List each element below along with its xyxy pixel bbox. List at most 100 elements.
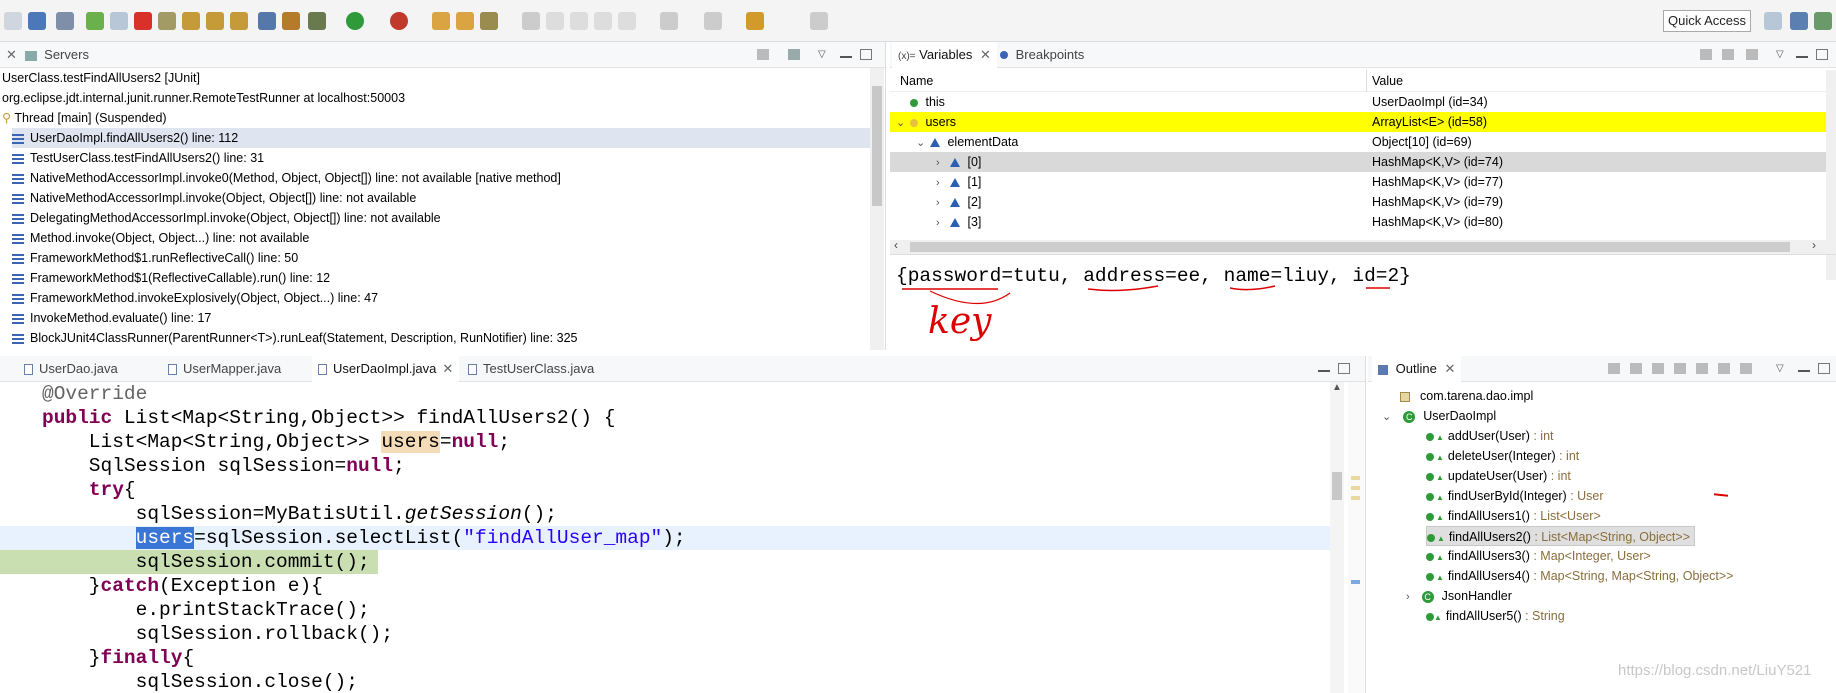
suspend-icon[interactable] — [110, 12, 128, 30]
external-tools-icon[interactable] — [390, 12, 408, 30]
tab-outline[interactable]: Outline ✕ — [1372, 356, 1462, 382]
chevron-right-icon[interactable]: › — [936, 212, 940, 232]
stack-frame[interactable]: BlockJUnit4ClassRunner(ParentRunner<T>).… — [12, 328, 870, 348]
maximize-icon[interactable] — [860, 49, 872, 60]
variable-row[interactable]: this UserDaoImpl (id=34) — [890, 92, 1826, 112]
runner-item[interactable]: org.eclipse.jdt.internal.junit.runner.Re… — [2, 88, 405, 108]
outline-member[interactable]: ▲ findUserById(Integer) : User — [1426, 486, 1604, 506]
back-icon[interactable] — [746, 12, 764, 30]
collapse-all-icon[interactable] — [1746, 49, 1758, 60]
maximize-icon[interactable] — [1816, 49, 1828, 60]
outline-member[interactable]: ▲ updateUser(User) : int — [1426, 466, 1571, 486]
drop-to-frame-icon[interactable] — [56, 12, 74, 30]
maximize-icon[interactable] — [1338, 363, 1350, 374]
stack-frame[interactable]: FrameworkMethod.invokeExplosively(Object… — [12, 288, 870, 308]
show-logical-structure-icon[interactable] — [1722, 49, 1734, 60]
overview-ruler[interactable] — [1348, 382, 1364, 693]
outline-member[interactable]: ▲ findAllUsers3() : Map<Integer, User> — [1426, 546, 1651, 566]
stack-frame[interactable]: FrameworkMethod$1.runReflectiveCall() li… — [12, 248, 870, 268]
step-return-icon[interactable] — [230, 12, 248, 30]
outline-tree[interactable]: com.tarena.dao.impl ⌄ C UserDaoImpl ▲ addUs… — [1368, 382, 1836, 693]
stack-frame[interactable]: DelegatingMethodAccessorImpl.invoke(Obje… — [12, 208, 870, 228]
forward-icon[interactable] — [810, 12, 828, 30]
outline-inner-class[interactable]: › C JsonHandler — [1406, 586, 1512, 606]
scroll-up-icon[interactable]: ▲ — [1332, 382, 1342, 393]
open-task-icon[interactable] — [282, 12, 300, 30]
show-type-names-icon[interactable] — [1700, 49, 1712, 60]
hide-static-icon[interactable] — [1696, 363, 1708, 374]
toggle-block-icon[interactable] — [546, 12, 564, 30]
close-icon[interactable]: ✕ — [980, 47, 991, 62]
chevron-right-icon[interactable]: › — [936, 152, 940, 172]
outline-class[interactable]: ⌄ C UserDaoImpl — [1382, 406, 1496, 426]
stack-frame[interactable]: UserDaoImpl.findAllUsers2() line: 112 — [12, 128, 870, 148]
stack-frame[interactable]: InvokeMethod.evaluate() line: 17 — [12, 308, 870, 328]
close-icon[interactable]: ✕ — [1444, 361, 1455, 376]
debug-perspective-icon[interactable] — [1814, 12, 1832, 30]
minimize-icon[interactable] — [840, 49, 852, 58]
remove-terminated-icon[interactable] — [757, 49, 769, 60]
scrollbar-thumb[interactable] — [1332, 472, 1342, 500]
chevron-right-icon[interactable]: › — [1406, 591, 1410, 603]
variable-row[interactable]: › [1] HashMap<K,V> (id=77) — [890, 172, 1826, 192]
outline-member[interactable]: ▲ findAllUsers1() : List<User> — [1426, 506, 1601, 526]
stack-frame[interactable]: Method.invoke(Object, Object...) line: n… — [12, 228, 870, 248]
chevron-down-icon[interactable]: ⌄ — [916, 132, 925, 152]
chevron-right-icon[interactable]: › — [936, 192, 940, 212]
hscrollbar-thumb[interactable] — [910, 242, 1790, 252]
chevron-down-icon[interactable]: ⌄ — [1382, 411, 1391, 423]
open-folder-icon[interactable] — [456, 12, 474, 30]
code-editor[interactable]: @Override public List<Map<String,Object>… — [0, 382, 1330, 693]
hide-local-types-icon[interactable] — [1740, 363, 1752, 374]
chevron-down-icon[interactable]: ▽ — [1776, 363, 1788, 374]
variable-row[interactable]: ⌄ elementData Object[10] (id=69) — [890, 132, 1826, 152]
debug-tree[interactable]: UserClass.testFindAllUsers2 [JUnit] org.… — [0, 68, 885, 348]
close-icon[interactable]: ✕ — [442, 361, 453, 376]
chevron-right-icon[interactable]: › — [936, 172, 940, 192]
variables-hscrollbar[interactable]: ‹ › — [890, 238, 1826, 254]
scrollbar-thumb[interactable] — [872, 86, 882, 206]
stack-frame[interactable]: TestUserClass.testFindAllUsers2() line: … — [12, 148, 870, 168]
editor-tab[interactable]: UserDaoImpl.java ✕ — [312, 356, 460, 382]
save-icon[interactable] — [28, 12, 46, 30]
column-divider[interactable] — [1366, 70, 1367, 92]
java-perspective-icon[interactable] — [1790, 12, 1808, 30]
link-editor-icon[interactable] — [1630, 363, 1642, 374]
outline-member[interactable]: ▲ deleteUser(Integer) : int — [1426, 446, 1579, 466]
chevron-down-icon[interactable]: ▽ — [1776, 49, 1788, 60]
chevron-down-icon[interactable]: ⌄ — [896, 112, 905, 132]
minimize-icon[interactable] — [1318, 363, 1330, 372]
col-name-header[interactable]: Name — [900, 71, 933, 91]
outline-package[interactable]: com.tarena.dao.impl — [1400, 386, 1533, 406]
scroll-left-icon[interactable]: ‹ — [894, 238, 898, 252]
whitespace-icon[interactable] — [570, 12, 588, 30]
pilcrow-icon[interactable] — [594, 12, 612, 30]
detail-pane[interactable]: {password=tutu, address=ee, name=liuy, i… — [890, 254, 1836, 350]
maximize-icon[interactable] — [1818, 363, 1830, 374]
editor-tab[interactable]: UserDao.java — [18, 356, 124, 382]
disconnect-icon[interactable] — [158, 12, 176, 30]
terminate-icon[interactable] — [134, 12, 152, 30]
debug-icon[interactable] — [308, 12, 326, 30]
sort-icon[interactable] — [1652, 363, 1664, 374]
toggle-mark-icon[interactable] — [522, 12, 540, 30]
step-into-icon[interactable] — [182, 12, 200, 30]
outline-member[interactable]: ▲ findAllUsers2() : List<Map<String, Obje… — [1426, 526, 1696, 546]
thread-item[interactable]: ⚲ Thread [main] (Suspended) — [2, 108, 167, 128]
stack-frame[interactable]: NativeMethodAccessorImpl.invoke(Object, … — [12, 188, 870, 208]
tab-variables[interactable]: (x)= Variables ✕ — [892, 42, 997, 68]
tab-servers[interactable]: ✕ Servers — [0, 42, 95, 68]
variable-row[interactable]: › [0] HashMap<K,V> (id=74) — [890, 152, 1826, 172]
editor-tab[interactable]: UserMapper.java — [162, 356, 287, 382]
collapse-all-icon[interactable] — [1608, 363, 1620, 374]
stack-frame[interactable]: FrameworkMethod$1(ReflectiveCallable).ru… — [12, 268, 870, 288]
scroll-right-icon[interactable]: › — [1812, 238, 1816, 252]
skip-breakpoints-icon[interactable] — [4, 12, 22, 30]
stack-frame[interactable]: NativeMethodAccessorImpl.invoke0(Method,… — [12, 168, 870, 188]
minimize-icon[interactable] — [1798, 363, 1810, 372]
minimize-icon[interactable] — [1796, 49, 1808, 58]
search-icon[interactable] — [480, 12, 498, 30]
col-value-header[interactable]: Value — [1372, 71, 1403, 91]
view-menu-icon[interactable] — [788, 49, 800, 60]
open-type-icon[interactable] — [432, 12, 450, 30]
